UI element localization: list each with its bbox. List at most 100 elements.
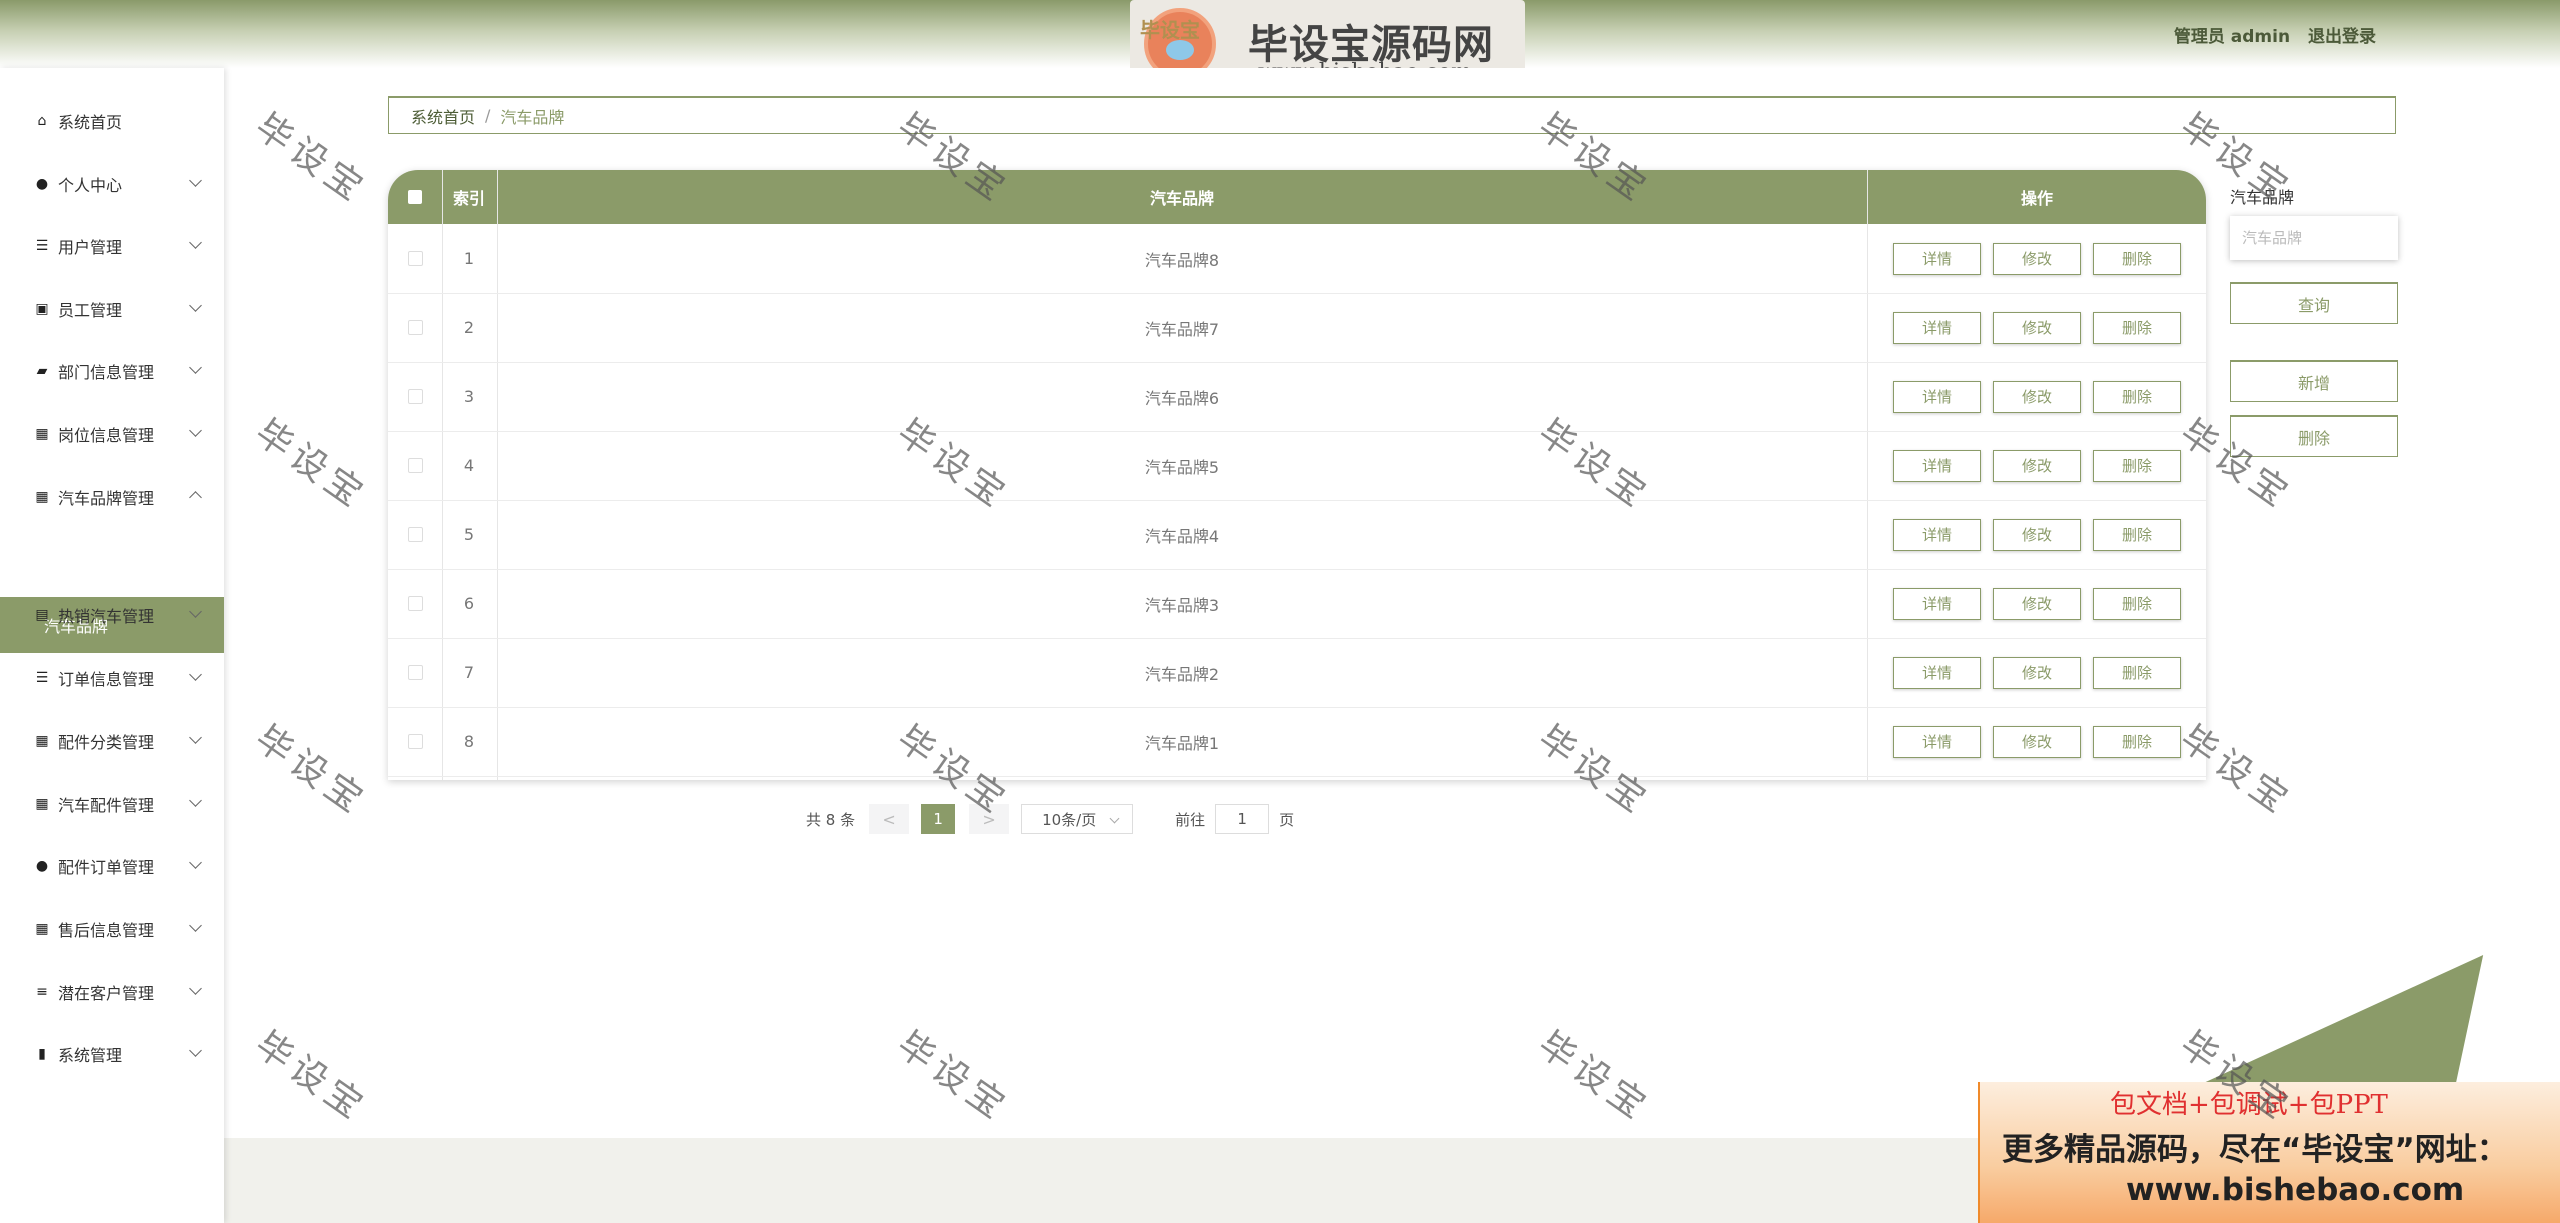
- sliders-icon: ≡: [36, 984, 48, 1000]
- data-table: 索引 汽车品牌 操作 1 汽车品牌8 详情 修改 删除 2 汽车品牌7 详情 修…: [388, 170, 2206, 780]
- page-size-select[interactable]: 10条/页: [1021, 804, 1134, 834]
- row-checkbox[interactable]: [407, 527, 423, 542]
- row-index: 6: [463, 594, 475, 613]
- edit-button[interactable]: 修改: [1993, 725, 2081, 758]
- row-checkbox[interactable]: [407, 665, 423, 680]
- chevron-down-icon: [189, 424, 202, 437]
- logout-link[interactable]: 退出登录: [2308, 27, 2376, 47]
- chart-icon: ▣: [35, 301, 49, 317]
- delete-button[interactable]: 删除: [2093, 242, 2181, 275]
- column-header-brand[interactable]: 汽车品牌: [498, 170, 1866, 224]
- edit-button[interactable]: 修改: [1993, 380, 2081, 413]
- edit-button[interactable]: 修改: [1993, 311, 2081, 344]
- page-number-current[interactable]: 1: [921, 804, 956, 834]
- batch-delete-button[interactable]: 删除: [2230, 415, 2398, 457]
- query-button[interactable]: 查询: [2230, 282, 2398, 324]
- sidebar-item-orders[interactable]: ☰ 订单信息管理: [0, 658, 224, 698]
- delete-button[interactable]: 删除: [2093, 587, 2181, 620]
- sidebar-item-positions[interactable]: ▦ 岗位信息管理: [0, 414, 224, 454]
- sidebar-item-hot-cars[interactable]: ▤ 热销汽车管理: [0, 595, 224, 635]
- detail-button[interactable]: 详情: [1893, 311, 1981, 344]
- row-brand: 汽车品牌3: [1144, 595, 1220, 615]
- sidebar-item-label: 潜在客户管理: [58, 984, 155, 1003]
- sidebar-item-label: 热销汽车管理: [58, 607, 155, 626]
- row-brand: 汽车品牌6: [1144, 388, 1220, 408]
- detail-button[interactable]: 详情: [1893, 725, 1981, 758]
- row-checkbox[interactable]: [407, 596, 423, 611]
- table-row[interactable]: 1 汽车品牌8 详情 修改 删除: [388, 224, 2206, 294]
- table-row[interactable]: 5 汽车品牌4 详情 修改 删除: [388, 500, 2206, 570]
- sidebar-item-label: 订单信息管理: [58, 670, 155, 689]
- table-row[interactable]: 7 汽车品牌2 详情 修改 删除: [388, 638, 2206, 708]
- delete-button[interactable]: 删除: [2093, 518, 2181, 551]
- sidebar-item-label: 系统首页: [58, 113, 123, 132]
- sidebar-item-car-parts[interactable]: ▦ 汽车配件管理: [0, 784, 224, 824]
- grid-icon: ▦: [35, 733, 49, 749]
- delete-button[interactable]: 删除: [2093, 725, 2181, 758]
- sidebar-item-car-brands[interactable]: ▦ 汽车品牌管理: [0, 477, 224, 517]
- detail-button[interactable]: 详情: [1893, 449, 1981, 482]
- row-index: 3: [463, 387, 475, 406]
- sidebar-item-users[interactable]: ☰ 用户管理: [0, 226, 224, 266]
- select-all-checkbox[interactable]: [408, 190, 422, 204]
- row-checkbox[interactable]: [407, 251, 423, 266]
- user-icon: ●: [35, 176, 49, 192]
- list-icon: ☰: [35, 670, 49, 686]
- ad-banner[interactable]: 包文档+包调试+包PPT 更多精品源码，尽在“毕设宝”网址： www.bishe…: [1978, 1082, 2560, 1223]
- row-index: 7: [463, 663, 475, 682]
- table-row[interactable]: 2 汽车品牌7 详情 修改 删除: [388, 293, 2206, 363]
- detail-button[interactable]: 详情: [1893, 656, 1981, 689]
- detail-button[interactable]: 详情: [1893, 587, 1981, 620]
- sidebar-item-after-sales[interactable]: ▦ 售后信息管理: [0, 909, 224, 949]
- edit-button[interactable]: 修改: [1993, 587, 2081, 620]
- grid-icon: ▦: [35, 489, 49, 505]
- sidebar-item-system[interactable]: ▮ 系统管理: [0, 1034, 224, 1074]
- row-index: 5: [463, 525, 475, 544]
- chevron-down-icon: [189, 299, 202, 312]
- delete-button[interactable]: 删除: [2093, 380, 2181, 413]
- row-checkbox[interactable]: [407, 320, 423, 335]
- sidebar-item-part-categories[interactable]: ▦ 配件分类管理: [0, 721, 224, 761]
- ad-line-1: 包文档+包调试+包PPT: [2110, 1090, 2388, 1120]
- edit-button[interactable]: 修改: [1993, 518, 2081, 551]
- detail-button[interactable]: 详情: [1893, 242, 1981, 275]
- row-checkbox[interactable]: [407, 458, 423, 473]
- table-row[interactable]: 6 汽车品牌3 详情 修改 删除: [388, 569, 2206, 639]
- ticket-icon: ▰: [36, 363, 48, 379]
- delete-button[interactable]: 删除: [2093, 449, 2181, 482]
- delete-button[interactable]: 删除: [2093, 656, 2181, 689]
- search-input[interactable]: [2230, 216, 2398, 260]
- sidebar-item-prospects[interactable]: ≡ 潜在客户管理: [0, 972, 224, 1012]
- breadcrumb-home[interactable]: 系统首页: [411, 104, 475, 128]
- prev-page-button[interactable]: <: [869, 804, 910, 834]
- row-checkbox[interactable]: [407, 734, 423, 749]
- add-button[interactable]: 新增: [2230, 360, 2398, 402]
- home-icon: ⌂: [37, 113, 47, 129]
- sidebar-item-part-orders[interactable]: ● 配件订单管理: [0, 846, 224, 886]
- total-count: 共 8 条: [806, 810, 856, 829]
- goto-page-input[interactable]: [1215, 804, 1270, 834]
- delete-button[interactable]: 删除: [2093, 311, 2181, 344]
- row-brand: 汽车品牌2: [1144, 664, 1220, 684]
- detail-button[interactable]: 详情: [1893, 380, 1981, 413]
- edit-button[interactable]: 修改: [1993, 449, 2081, 482]
- sidebar-item-profile[interactable]: ● 个人中心: [0, 164, 224, 204]
- edit-button[interactable]: 修改: [1993, 656, 2081, 689]
- settings-icon: ▮: [38, 1046, 46, 1062]
- user-info: 管理员 admin 退出登录: [2174, 22, 2376, 47]
- row-brand: 汽车品牌4: [1144, 526, 1220, 546]
- column-header-index[interactable]: 索引: [442, 170, 496, 224]
- sidebar-item-departments[interactable]: ▰ 部门信息管理: [0, 351, 224, 391]
- table-row[interactable]: 8 汽车品牌1 详情 修改 删除: [388, 707, 2206, 777]
- chevron-down-icon: [189, 794, 202, 807]
- next-page-button[interactable]: >: [969, 804, 1010, 834]
- page-size-value: 10条/页: [1042, 810, 1097, 829]
- sidebar-item-employees[interactable]: ▣ 员工管理: [0, 289, 224, 329]
- row-checkbox[interactable]: [407, 389, 423, 404]
- sidebar-item-home[interactable]: ⌂ 系统首页: [0, 101, 224, 141]
- edit-button[interactable]: 修改: [1993, 242, 2081, 275]
- detail-button[interactable]: 详情: [1893, 518, 1981, 551]
- grid-icon: ▦: [35, 796, 49, 812]
- table-row[interactable]: 3 汽车品牌6 详情 修改 删除: [388, 362, 2206, 432]
- table-row[interactable]: 4 汽车品牌5 详情 修改 删除: [388, 431, 2206, 501]
